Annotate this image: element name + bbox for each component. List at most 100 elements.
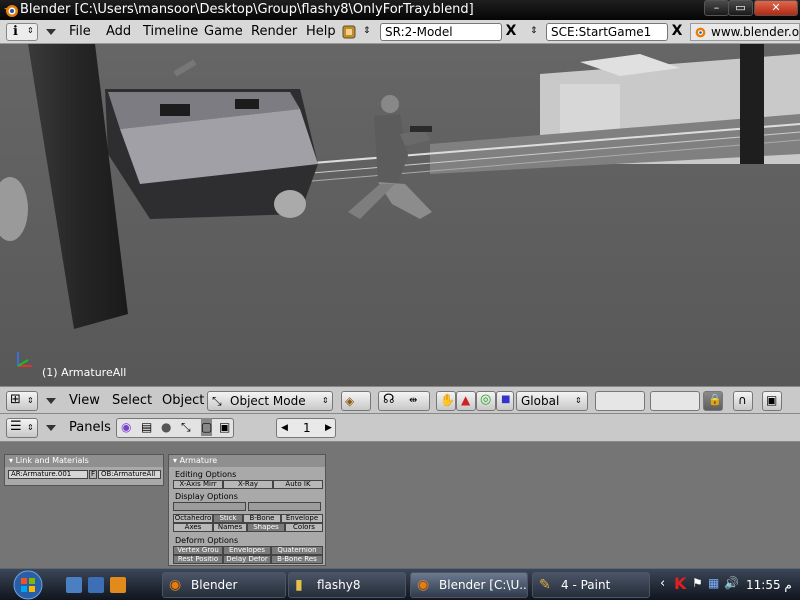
blender-logo-icon [695,27,706,38]
chevron-left-icon[interactable]: ◀ [281,419,288,437]
display-layers-right[interactable] [248,502,321,511]
scene-icon[interactable]: ▣ [219,418,230,436]
object-icon[interactable]: ⤡ [181,418,191,436]
b-bone-button[interactable]: B-Bone [243,514,281,523]
menu-select[interactable]: Select [112,393,152,408]
object-name-field[interactable]: OB:ArmatureAll [98,470,161,479]
media-player-icon[interactable] [110,577,126,593]
taskbar-item-flashy8[interactable]: ▮ flashy8 [288,572,406,598]
vertex-groups-button[interactable]: Vertex Grou [173,546,223,555]
minimize-button[interactable]: – [704,0,729,16]
manipulator-toggle[interactable]: ✋ [436,391,456,411]
mode-selector[interactable]: ⤡ Object Mode ⇕ [207,391,333,411]
layer-buttons-left[interactable] [595,391,645,411]
snap-button[interactable]: ∩ [733,391,753,411]
editing-icon[interactable]: ▢ [201,418,213,436]
delete-scene-button[interactable]: X [668,23,686,41]
armature-datablock-field[interactable]: AR:Armature.001 [8,470,88,479]
collapse-menu-icon[interactable] [46,425,56,431]
updown-arrows-icon[interactable]: ⇕ [363,26,371,36]
envelopes-button[interactable]: Envelopes [223,546,271,555]
link-materials-title: Link and Materials [15,456,89,465]
script-icon[interactable]: ▤ [141,418,152,436]
taskbar-item-blender-window[interactable]: ◉ Blender [C:\U... [410,572,528,598]
colors-button[interactable]: Colors [285,523,323,532]
armature-panel-header[interactable]: ▾ Armature [169,455,325,467]
screen-icon[interactable] [341,24,357,40]
frame-stepper[interactable]: ◀ 1 ▶ [276,418,336,438]
rest-position-button[interactable]: Rest Positio [173,555,223,564]
envelope-button[interactable]: Envelope [281,514,323,523]
b-bone-rest-button[interactable]: B-Bone Res [271,555,323,564]
screen-name-field[interactable]: SR:2-Model [380,23,502,41]
editor-type-button[interactable]: ⊞ ⇕ [6,391,38,411]
updown-arrows-icon[interactable]: ⇕ [530,26,538,36]
clock[interactable]: 11:55 م [746,578,792,592]
fake-user-button[interactable]: F [89,470,97,479]
names-button[interactable]: Names [213,523,247,532]
octahedron-button[interactable]: Octahedro [173,514,213,523]
updown-arrows-icon: ⇕ [322,396,329,405]
editor-type-button[interactable]: ☰ ⇕ [6,418,38,438]
stick-button[interactable]: Stick [213,514,243,523]
pivot-selector[interactable]: ☊ ⇹ [378,391,430,411]
active-object-status: (1) ArmatureAll [42,366,127,379]
menu-help[interactable]: Help [306,24,336,39]
scene-name-field[interactable]: SCE:StartGame1 [546,23,668,41]
collapse-menu-icon[interactable] [46,29,56,35]
taskbar-item-blender[interactable]: ◉ Blender [162,572,286,598]
flag-icon[interactable]: ⚑ [692,576,703,590]
volume-icon[interactable]: 🔊 [724,576,739,590]
antivirus-icon[interactable]: K [674,574,686,593]
frame-number: 1 [303,421,311,435]
delay-deform-button[interactable]: Delay Defor [223,555,271,564]
window-type-button[interactable]: ℹ ⇕ [6,23,38,41]
taskbar-item-label: 4 - Paint [561,578,611,592]
logic-icon[interactable]: ◉ [121,418,131,436]
windows-taskbar: ◉ Blender ▮ flashy8 ◉ Blender [C:\U... ✎… [0,568,800,600]
chevron-left-icon[interactable]: ‹ [660,576,665,591]
shading-icon[interactable]: ● [161,418,171,436]
link-materials-panel-header[interactable]: ▾ Link and Materials [5,455,163,467]
display-layers-left[interactable] [173,502,246,511]
maximize-button[interactable]: ▭ [728,0,753,16]
translate-manipulator[interactable]: ▲ [456,391,476,411]
delete-screen-button[interactable]: X [502,23,520,41]
menu-file[interactable]: File [69,24,91,39]
x-axis-mirror-button[interactable]: X-Axis Mirr [173,480,223,489]
menu-object[interactable]: Object [162,393,204,408]
taskbar-item-paint[interactable]: ✎ 4 - Paint [532,572,650,598]
menu-add[interactable]: Add [106,24,131,39]
paint-icon: ✎ [539,577,551,593]
blender-url-link[interactable]: www.blender.or [690,23,800,41]
quaternion-button[interactable]: Quaternion [271,546,323,555]
scale-manipulator[interactable]: ■ [496,391,514,411]
mode-selector-label: Object Mode [230,394,306,408]
orientation-selector[interactable]: Global ⇕ [516,391,588,411]
render-preview-button[interactable]: ▣ [762,391,782,411]
auto-ik-button[interactable]: Auto IK [273,480,323,489]
show-desktop-icon[interactable] [66,577,82,593]
rotate-manipulator[interactable]: ◎ [476,391,496,411]
close-button[interactable]: ✕ [754,0,798,16]
layer-buttons-right[interactable] [650,391,700,411]
menu-view[interactable]: View [69,393,100,408]
menu-render[interactable]: Render [251,24,297,39]
main-menubar: ℹ ⇕ File Add Timeline Game Render Help ⇕… [0,20,800,44]
pivot-icon: ☊ [383,392,395,407]
start-button[interactable] [2,570,54,600]
collapse-menu-icon[interactable] [46,398,56,404]
context-buttons[interactable]: ◉ ▤ ● ⤡ ▢ ▣ [116,418,234,438]
x-ray-button[interactable]: X-Ray [223,480,273,489]
menu-game[interactable]: Game [204,24,243,39]
axes-button[interactable]: Axes [173,523,213,532]
updown-arrows-icon: ⇕ [27,396,34,405]
3d-viewport[interactable]: (1) ArmatureAll [0,44,800,386]
chevron-right-icon[interactable]: ▶ [325,419,332,437]
draw-type-selector[interactable]: ◈ [341,391,371,411]
lock-layers-button[interactable]: 🔒 [703,391,723,411]
shapes-button[interactable]: Shapes [247,523,285,532]
switch-windows-icon[interactable] [88,577,104,593]
network-icon[interactable]: ▦ [708,576,719,590]
menu-timeline[interactable]: Timeline [143,24,198,39]
